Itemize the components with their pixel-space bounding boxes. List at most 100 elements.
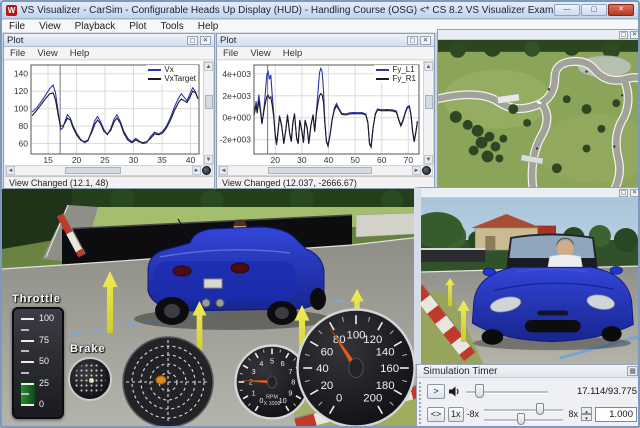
menu-item[interactable]: Playback xyxy=(68,21,123,32)
throttle-minor-tick xyxy=(21,350,29,352)
horizontal-scroll-thumb[interactable] xyxy=(268,167,371,174)
reset-view-icon[interactable] xyxy=(202,166,211,175)
svg-text:40: 40 xyxy=(186,155,196,165)
play-button[interactable]: > xyxy=(427,384,445,399)
svg-text:X 1000: X 1000 xyxy=(264,401,281,407)
vehicle-camera-view xyxy=(463,216,640,362)
scroll-left-icon[interactable]: ◄ xyxy=(6,166,15,175)
throttle-tick-label: 25 xyxy=(39,378,49,388)
reset-view-icon[interactable] xyxy=(422,166,431,175)
speed-max-label: 8x xyxy=(568,409,578,419)
panel-menu-icon[interactable]: ▦ xyxy=(627,366,638,376)
minimize-icon[interactable]: — xyxy=(554,4,580,16)
scroll-up-icon[interactable]: ▲ xyxy=(424,62,433,71)
close-icon[interactable]: ✕ xyxy=(420,36,431,45)
vertical-scrollbar[interactable]: ▲ ▼ xyxy=(203,61,214,165)
timer-row-playback: > 17.114/93.775 xyxy=(427,382,637,400)
svg-text:60: 60 xyxy=(377,155,387,165)
restore-icon[interactable]: ▢ xyxy=(619,31,628,39)
svg-text:100: 100 xyxy=(14,104,28,114)
menu-item[interactable]: File xyxy=(2,21,32,32)
fine-speed-slider[interactable] xyxy=(482,414,565,424)
throttle-tick xyxy=(21,361,34,363)
camera-titlebar[interactable]: ▢ ✕ xyxy=(421,188,640,198)
window-titlebar[interactable]: W VS Visualizer - CarSim - Configurable … xyxy=(2,2,638,19)
aerial-scene xyxy=(438,40,640,189)
svg-text:8: 8 xyxy=(291,378,295,387)
time-slider[interactable] xyxy=(464,383,550,399)
camera-view-window: ▢ ✕ xyxy=(414,187,640,365)
plot2-menubar: FileViewHelp xyxy=(217,47,434,60)
spin-down-icon[interactable]: ▼ xyxy=(581,414,592,421)
menu-item[interactable]: View xyxy=(31,48,63,59)
timer-row-speed: <> 1x -8x 8x ▲▼ 1.000 xyxy=(427,405,637,423)
scroll-track[interactable] xyxy=(15,166,192,175)
fine-speed-slider-handle[interactable] xyxy=(517,413,525,425)
aerial-3d-viewport[interactable] xyxy=(438,40,640,189)
svg-text:35: 35 xyxy=(157,155,167,165)
svg-text:9: 9 xyxy=(288,388,292,397)
throttle-tick xyxy=(21,404,34,406)
restore-icon[interactable]: ▢ xyxy=(619,189,628,197)
legend-swatch xyxy=(148,69,161,71)
plot2-titlebar[interactable]: Plot ▢ ✕ xyxy=(217,34,434,47)
loop-button[interactable]: <> xyxy=(427,407,445,422)
time-slider-handle[interactable] xyxy=(475,384,484,398)
brake-center-dot xyxy=(89,378,94,383)
timer-titlebar[interactable]: Simulation Timer ▦ xyxy=(417,365,640,378)
aerial-titlebar[interactable]: ▢ ✕ xyxy=(438,30,640,40)
speed-1x-button[interactable]: 1x xyxy=(448,407,464,422)
menu-item[interactable]: View xyxy=(244,48,276,59)
scroll-left-icon[interactable]: ◄ xyxy=(219,166,228,175)
horizontal-scroll-thumb[interactable] xyxy=(65,167,122,174)
scroll-down-icon[interactable]: ▼ xyxy=(204,155,213,164)
svg-text:4e+003: 4e+003 xyxy=(222,69,251,79)
legend-entry: Fy_R1 xyxy=(376,74,416,83)
horizontal-scrollbar[interactable]: ◄ ► xyxy=(218,165,433,176)
svg-text:30: 30 xyxy=(129,155,139,165)
throttle-tick xyxy=(21,383,34,385)
menu-item[interactable]: Help xyxy=(64,48,96,59)
close-icon[interactable]: ✕ xyxy=(630,189,639,197)
scroll-track[interactable] xyxy=(228,166,412,175)
speed-value-field[interactable]: 1.000 xyxy=(595,407,637,422)
timer-title: Simulation Timer xyxy=(423,366,627,377)
menu-item[interactable]: Help xyxy=(191,21,226,32)
vertical-scrollbar[interactable]: ▲ ▼ xyxy=(423,61,434,165)
menu-item[interactable]: Tools xyxy=(153,21,190,32)
camera-3d-viewport[interactable] xyxy=(421,198,640,364)
throttle-tick xyxy=(21,318,34,320)
maximize-icon[interactable]: ▢ xyxy=(581,4,607,16)
horizontal-scrollbar[interactable]: ◄ ► xyxy=(5,165,213,176)
close-icon[interactable]: ✕ xyxy=(630,31,639,39)
vertical-scroll-thumb[interactable] xyxy=(425,95,433,109)
menu-item[interactable]: File xyxy=(217,48,244,59)
scroll-right-icon[interactable]: ► xyxy=(412,166,421,175)
scroll-up-icon[interactable]: ▲ xyxy=(204,62,213,71)
legend-label: Fy_L1 xyxy=(392,65,414,74)
scroll-right-icon[interactable]: ► xyxy=(192,166,201,175)
restore-icon[interactable]: ▢ xyxy=(407,36,418,45)
close-icon[interactable]: ✕ xyxy=(200,36,211,45)
svg-text:0e+000: 0e+000 xyxy=(222,113,251,123)
plot1-titlebar[interactable]: Plot ▢ ✕ xyxy=(4,34,214,47)
menu-item[interactable]: View xyxy=(32,21,68,32)
spin-up-icon[interactable]: ▲ xyxy=(581,407,592,414)
vertical-scroll-thumb[interactable] xyxy=(205,95,213,109)
panel-grip-icon[interactable] xyxy=(418,381,423,424)
svg-text:4: 4 xyxy=(259,359,263,368)
scroll-down-icon[interactable]: ▼ xyxy=(424,155,433,164)
menu-item[interactable]: File xyxy=(4,48,31,59)
throttle-label: Throttle xyxy=(12,293,61,305)
menu-item[interactable]: Plot xyxy=(122,21,153,32)
throttle-gauge: 1007550250 xyxy=(12,307,64,419)
plot1-legend: VxVxTarget xyxy=(146,65,198,83)
menu-item[interactable]: Help xyxy=(277,48,309,59)
svg-text:20: 20 xyxy=(321,380,334,392)
speed-spinner[interactable]: ▲▼ xyxy=(581,407,592,421)
restore-icon[interactable]: ▢ xyxy=(187,36,198,45)
svg-text:160: 160 xyxy=(380,363,399,375)
speaker-icon[interactable] xyxy=(448,385,461,398)
close-icon[interactable]: ✕ xyxy=(608,4,634,16)
svg-text:40: 40 xyxy=(324,155,334,165)
